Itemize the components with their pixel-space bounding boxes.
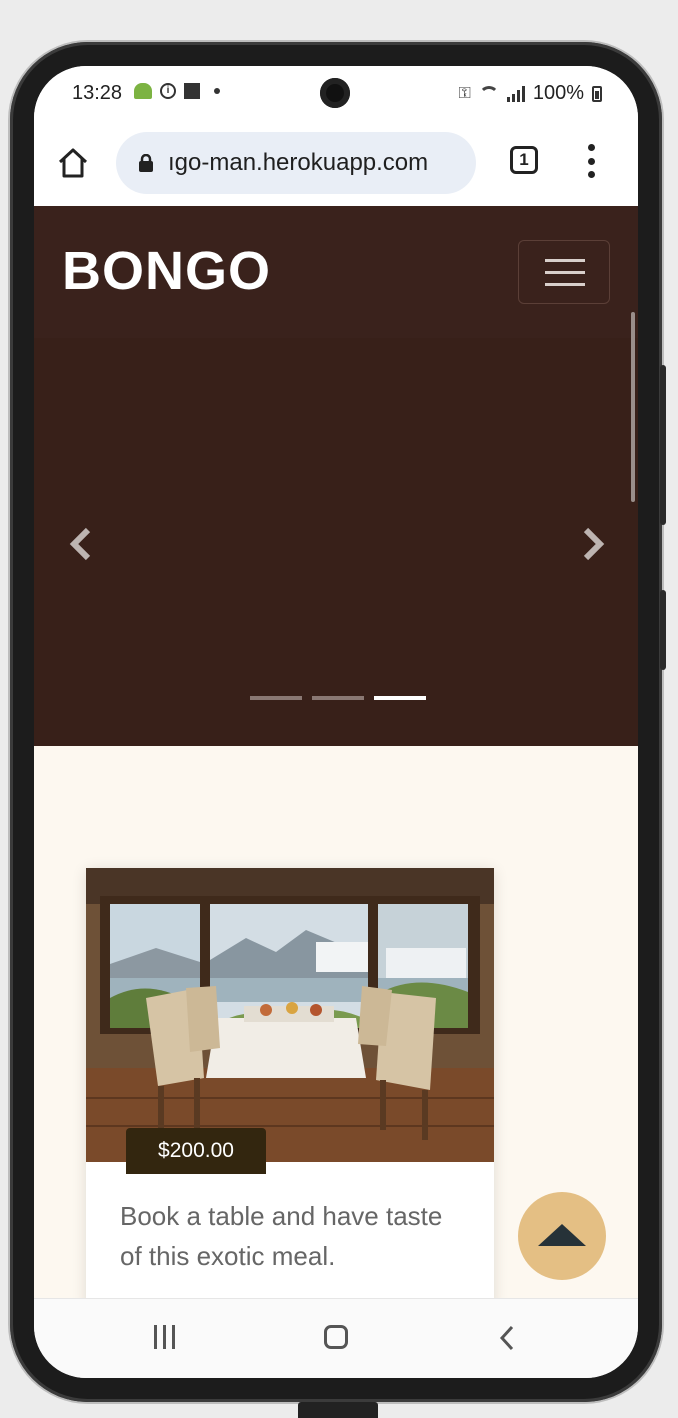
hamburger-icon[interactable] — [518, 240, 610, 304]
content-section: $200.00 Book a table and have taste of t… — [34, 746, 638, 1308]
browser-toolbar: ıgo-man.herokuapp.com 1 — [34, 122, 638, 207]
recent-apps-icon[interactable] — [154, 1325, 175, 1349]
info-icon: i — [160, 83, 176, 99]
vpn-key-icon: ⚿ — [458, 84, 471, 102]
price-badge: $200.00 — [126, 1128, 266, 1174]
system-navigation-bar — [34, 1298, 638, 1378]
device-screen: 13:28 i ⚿ 100% ıgo-man.herokuapp.com 1 B… — [34, 66, 638, 1378]
square-icon — [184, 83, 200, 99]
cable-connector — [298, 1402, 378, 1418]
nav-home-icon[interactable] — [324, 1325, 348, 1349]
power-button — [660, 590, 666, 670]
carousel-indicators — [250, 696, 426, 700]
wifi-icon — [478, 85, 499, 102]
battery-icon — [592, 85, 602, 102]
nav-back-icon[interactable] — [498, 1325, 516, 1351]
carousel-indicator-1[interactable] — [250, 696, 302, 700]
android-icon — [134, 83, 152, 99]
status-time: 13:28 — [72, 82, 123, 104]
restaurant-image — [86, 868, 494, 1162]
lock-icon — [139, 154, 153, 172]
chevron-left-icon[interactable] — [66, 524, 96, 564]
address-bar[interactable]: ıgo-man.herokuapp.com — [116, 132, 476, 194]
more-notifications-dot-icon — [214, 88, 220, 94]
volume-button — [660, 365, 666, 525]
battery-percent: 100% — [532, 82, 584, 104]
tabs-icon[interactable]: 1 — [510, 146, 538, 174]
system-icons: ⚿ 100% — [459, 82, 602, 105]
more-vert-icon[interactable] — [586, 144, 596, 178]
status-bar: 13:28 i ⚿ 100% — [34, 66, 638, 122]
url-text: ıgo-man.herokuapp.com — [168, 149, 429, 176]
front-camera — [320, 78, 350, 108]
arrow-up-icon — [538, 1224, 586, 1246]
signal-icon — [506, 85, 525, 102]
chevron-right-icon[interactable] — [578, 524, 608, 564]
site-navbar: BONGO — [34, 206, 638, 338]
home-icon[interactable] — [56, 146, 90, 180]
carousel-indicator-3[interactable] — [374, 696, 426, 700]
offer-card[interactable]: $200.00 Book a table and have taste of t… — [86, 868, 494, 1308]
notification-icons: i — [134, 83, 220, 99]
card-description: Book a table and have taste of this exot… — [120, 1201, 443, 1271]
carousel-indicator-2[interactable] — [312, 696, 364, 700]
brand-logo[interactable]: BONGO — [62, 240, 271, 302]
hero-carousel — [34, 338, 638, 746]
scroll-to-top-button[interactable] — [518, 1192, 606, 1280]
page-scrollbar[interactable] — [631, 312, 635, 502]
